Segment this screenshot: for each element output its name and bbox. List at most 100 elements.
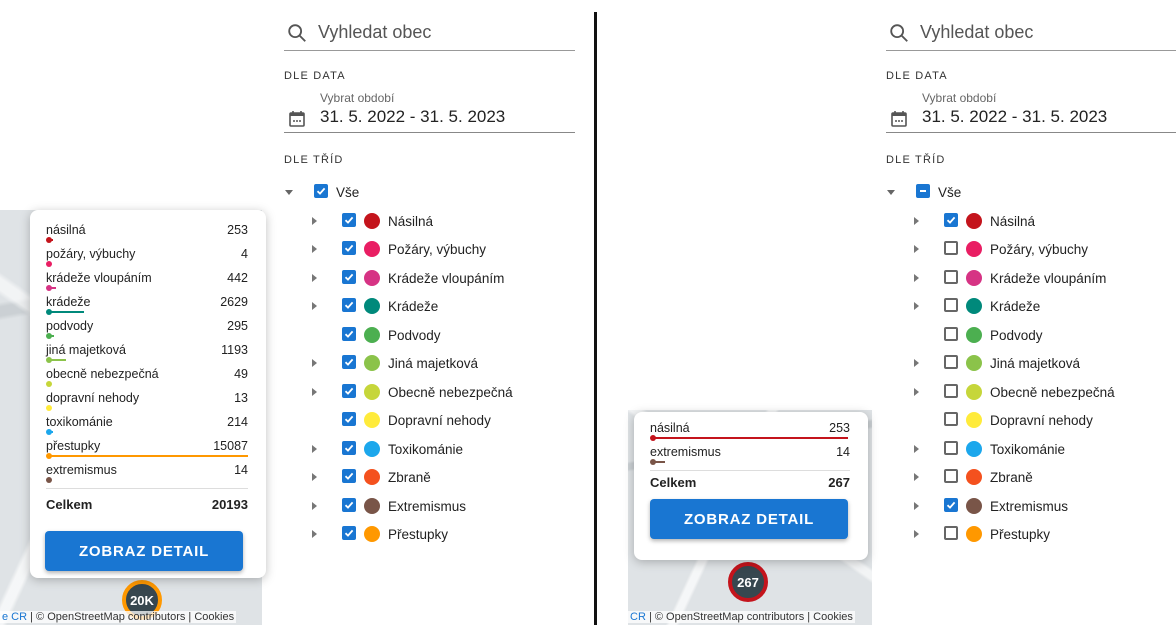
date-range-field[interactable]: Vybrat období 31. 5. 2022 - 31. 5. 2023 (284, 88, 575, 133)
category-checkbox[interactable] (342, 269, 356, 284)
expand-caret-icon[interactable] (312, 302, 317, 310)
category-checkbox[interactable] (342, 298, 356, 312)
expand-caret-icon[interactable] (914, 387, 919, 396)
tree-item-category[interactable]: Přestupky (886, 522, 1176, 548)
tree-item-category[interactable]: Násilná (284, 209, 574, 235)
collapse-caret-icon[interactable] (285, 190, 293, 195)
attribution-text: | © OpenStreetMap contributors | Cookies (27, 611, 235, 623)
expand-caret-icon[interactable] (312, 501, 317, 510)
category-checkbox[interactable] (944, 383, 958, 398)
category-checkbox[interactable] (342, 440, 356, 455)
tree-item-category[interactable]: Jiná majetková (284, 351, 574, 377)
expand-caret-icon[interactable] (914, 245, 919, 253)
expand-caret-icon[interactable] (914, 273, 919, 282)
expand-caret-icon[interactable] (312, 359, 317, 367)
category-checkbox[interactable] (342, 526, 356, 540)
expand-caret-icon[interactable] (914, 473, 919, 481)
category-checkbox[interactable] (944, 212, 958, 227)
expand-caret-icon[interactable] (914, 501, 919, 510)
expand-caret-icon[interactable] (312, 273, 317, 282)
expand-caret-icon[interactable] (914, 359, 919, 367)
tree-item-category[interactable]: Obecně nebezpečná (284, 380, 574, 406)
tree-item-category[interactable]: Krádeže (284, 294, 574, 320)
category-label: Zbraně (388, 470, 431, 485)
category-checkbox[interactable] (342, 469, 356, 483)
cluster-label: 20K (130, 592, 154, 608)
tree-item-category[interactable]: Podvody (886, 323, 1176, 349)
tree-item-category[interactable]: Násilná (886, 209, 1176, 235)
category-checkbox[interactable] (342, 212, 356, 227)
category-checkbox[interactable] (342, 383, 356, 398)
row-bar (50, 455, 248, 457)
category-checkbox[interactable] (944, 326, 958, 341)
expand-caret-icon[interactable] (312, 473, 317, 481)
tree-item-category[interactable]: Podvody (284, 323, 574, 349)
checkbox-all[interactable] (314, 184, 328, 198)
category-checkbox[interactable] (342, 497, 356, 512)
expand-caret-icon[interactable] (312, 387, 317, 396)
expand-caret-icon[interactable] (312, 444, 317, 453)
tree-item-label: Vše (938, 185, 962, 200)
attribution-link[interactable]: CR (630, 611, 646, 623)
tree-item-category[interactable]: Přestupky (284, 522, 574, 548)
expand-caret-icon[interactable] (312, 216, 317, 225)
tree-item-category[interactable]: Dopravní nehody (886, 408, 1176, 434)
category-color-dot (966, 469, 982, 485)
show-detail-button[interactable]: ZOBRAZ DETAIL (650, 499, 848, 539)
category-checkbox[interactable] (342, 412, 356, 426)
category-checkbox[interactable] (944, 298, 958, 312)
expand-caret-icon[interactable] (312, 530, 317, 538)
tree-item-category[interactable]: Krádeže vloupáním (284, 266, 574, 292)
show-detail-button[interactable]: ZOBRAZ DETAIL (45, 531, 243, 571)
tree-item-category[interactable]: Požáry, výbuchy (284, 237, 574, 263)
tree-item-category[interactable]: Krádeže (886, 294, 1176, 320)
category-checkbox[interactable] (944, 269, 958, 284)
category-checkbox[interactable] (944, 469, 958, 483)
tree-item-all[interactable]: Vše (886, 180, 1176, 206)
tree-item-category[interactable]: Požáry, výbuchy (886, 237, 1176, 263)
tree-item-category[interactable]: Extremismus (284, 494, 574, 520)
expand-caret-icon[interactable] (914, 216, 919, 225)
attribution-link[interactable]: e CR (2, 611, 27, 623)
category-color-dot (364, 326, 380, 343)
checkbox-all[interactable] (916, 184, 930, 198)
tree-item-all[interactable]: Vše (284, 180, 574, 206)
category-checkbox[interactable] (944, 440, 958, 455)
expand-caret-icon[interactable] (312, 245, 317, 253)
tree-item-category[interactable]: Obecně nebezpečná (886, 380, 1176, 406)
category-checkbox[interactable] (342, 241, 356, 255)
search-field[interactable]: Vyhledat obec (886, 18, 1176, 51)
category-label: Krádeže (990, 299, 1041, 314)
category-checkbox[interactable] (342, 355, 356, 369)
row-label: dopravní nehody (46, 391, 140, 405)
category-checkbox[interactable] (944, 412, 958, 426)
tree-item-category[interactable]: Zbraně (886, 465, 1176, 491)
row-bar (50, 359, 66, 361)
category-checkbox[interactable] (944, 497, 958, 512)
category-label: Násilná (990, 213, 1036, 229)
category-checkbox[interactable] (944, 241, 958, 255)
search-input[interactable]: Vyhledat obec (920, 22, 1033, 43)
category-label: Krádeže vloupáním (990, 270, 1107, 286)
category-label: Krádeže vloupáním (388, 270, 505, 286)
expand-caret-icon[interactable] (914, 444, 919, 453)
category-checkbox[interactable] (944, 526, 958, 540)
category-checkbox[interactable] (944, 355, 958, 369)
date-range-field[interactable]: Vybrat období 31. 5. 2022 - 31. 5. 2023 (886, 88, 1176, 133)
expand-caret-icon[interactable] (914, 302, 919, 310)
tree-item-category[interactable]: Krádeže vloupáním (886, 266, 1176, 292)
expand-caret-icon[interactable] (914, 530, 919, 538)
tree-item-category[interactable]: Toxikománie (284, 437, 574, 463)
search-input[interactable]: Vyhledat obec (318, 22, 431, 43)
tree-item-category[interactable]: Toxikománie (886, 437, 1176, 463)
tree-item-category[interactable]: Extremismus (886, 494, 1176, 520)
category-label: Podvody (388, 327, 441, 343)
popup-row: krádeže 2629 (46, 292, 248, 316)
collapse-caret-icon[interactable] (887, 190, 895, 195)
category-checkbox[interactable] (342, 326, 356, 341)
tree-item-category[interactable]: Jiná majetková (886, 351, 1176, 377)
tree-item-category[interactable]: Dopravní nehody (284, 408, 574, 434)
search-field[interactable]: Vyhledat obec (284, 18, 575, 51)
cluster-marker[interactable]: 267 (728, 562, 768, 602)
tree-item-category[interactable]: Zbraně (284, 465, 574, 491)
